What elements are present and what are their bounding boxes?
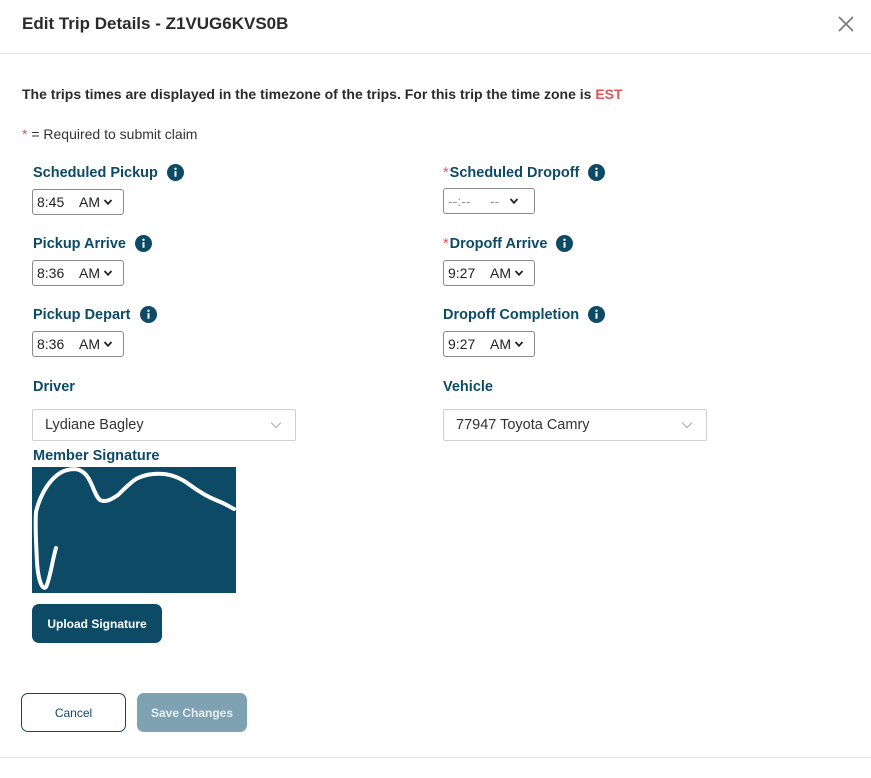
required-star: * — [443, 164, 449, 181]
dropoff-completion-time[interactable]: 9:27 AM — [443, 331, 535, 357]
dialog-title: Edit Trip Details - Z1VUG6KVS0B — [22, 14, 289, 33]
chevron-down-icon — [270, 422, 282, 429]
info-icon[interactable] — [134, 235, 152, 252]
pickup-depart-ampm: AM — [79, 336, 100, 352]
dropoff-arrive-ampm: AM — [490, 265, 511, 281]
signature-drawing — [33, 467, 236, 590]
chevron-down-icon — [103, 341, 113, 348]
scheduled-dropoff-time-value: --:-- — [448, 193, 471, 209]
dropoff-arrive-label: * Dropoff Arrive — [443, 235, 574, 252]
dropoff-completion-ampm: AM — [490, 336, 511, 352]
close-icon[interactable] — [836, 14, 856, 34]
info-icon[interactable] — [139, 306, 157, 323]
required-note-text: = Required to submit claim — [27, 126, 198, 142]
save-changes-button[interactable]: Save Changes — [137, 693, 247, 732]
vehicle-select[interactable]: 77947 Toyota Camry — [443, 409, 707, 441]
chevron-down-icon — [514, 341, 524, 348]
dropoff-completion-time-value: 9:27 — [448, 336, 476, 352]
vehicle-label: Vehicle — [443, 379, 493, 395]
driver-label-text: Driver — [33, 379, 75, 395]
dropoff-completion-label-text: Dropoff Completion — [443, 306, 580, 323]
dropoff-arrive-label-text: Dropoff Arrive — [449, 235, 548, 252]
vehicle-label-text: Vehicle — [443, 379, 493, 395]
pickup-arrive-label-text: Pickup Arrive — [33, 235, 126, 252]
dialog-header: Edit Trip Details - Z1VUG6KVS0B — [0, 0, 871, 54]
scheduled-dropoff-time[interactable]: --:-- -- — [443, 188, 535, 214]
dropoff-arrive-time[interactable]: 9:27 AM — [443, 260, 535, 286]
scheduled-pickup-label-text: Scheduled Pickup — [33, 164, 158, 181]
timezone-note-text: The trips times are displayed in the tim… — [22, 86, 596, 102]
pickup-arrive-time[interactable]: 8:36 AM — [32, 260, 124, 286]
footer-divider — [0, 757, 871, 758]
pickup-depart-time-value: 8:36 — [37, 336, 65, 352]
chevron-down-icon — [514, 270, 524, 277]
dropoff-completion-label: Dropoff Completion — [443, 306, 606, 323]
chevron-down-icon — [510, 198, 519, 205]
pickup-arrive-ampm: AM — [79, 265, 100, 281]
timezone-value: EST — [595, 86, 623, 102]
info-icon[interactable] — [166, 164, 184, 181]
pickup-depart-time[interactable]: 8:36 AM — [32, 331, 124, 357]
driver-label: Driver — [33, 379, 75, 395]
scheduled-pickup-ampm: AM — [79, 194, 100, 210]
dropoff-arrive-time-value: 9:27 — [448, 265, 476, 281]
pickup-depart-label: Pickup Depart — [33, 306, 157, 323]
signature-pad[interactable] — [32, 467, 236, 593]
scheduled-dropoff-label: * Scheduled Dropoff — [443, 164, 606, 181]
driver-select[interactable]: Lydiane Bagley — [32, 409, 296, 441]
driver-select-value: Lydiane Bagley — [45, 417, 144, 433]
chevron-down-icon — [103, 270, 113, 277]
pickup-depart-label-text: Pickup Depart — [33, 306, 131, 323]
scheduled-dropoff-ampm: -- — [490, 193, 500, 209]
scheduled-pickup-time-value: 8:45 — [37, 194, 65, 210]
scheduled-pickup-label: Scheduled Pickup — [33, 164, 184, 181]
pickup-arrive-label: Pickup Arrive — [33, 235, 152, 252]
required-star: * — [443, 235, 449, 252]
info-icon[interactable] — [588, 306, 606, 323]
chevron-down-icon — [681, 422, 693, 429]
scheduled-pickup-time[interactable]: 8:45 AM — [32, 189, 124, 215]
info-icon[interactable] — [556, 235, 574, 252]
info-icon[interactable] — [588, 164, 606, 181]
scheduled-dropoff-label-text: Scheduled Dropoff — [449, 164, 580, 181]
pickup-arrive-time-value: 8:36 — [37, 265, 65, 281]
timezone-note: The trips times are displayed in the tim… — [22, 86, 623, 102]
vehicle-select-value: 77947 Toyota Camry — [456, 417, 590, 433]
chevron-down-icon — [103, 199, 113, 206]
member-signature-label: Member Signature — [33, 448, 160, 464]
required-note: * = Required to submit claim — [22, 126, 197, 142]
cancel-button[interactable]: Cancel — [21, 693, 126, 732]
upload-signature-button[interactable]: Upload Signature — [32, 604, 162, 643]
